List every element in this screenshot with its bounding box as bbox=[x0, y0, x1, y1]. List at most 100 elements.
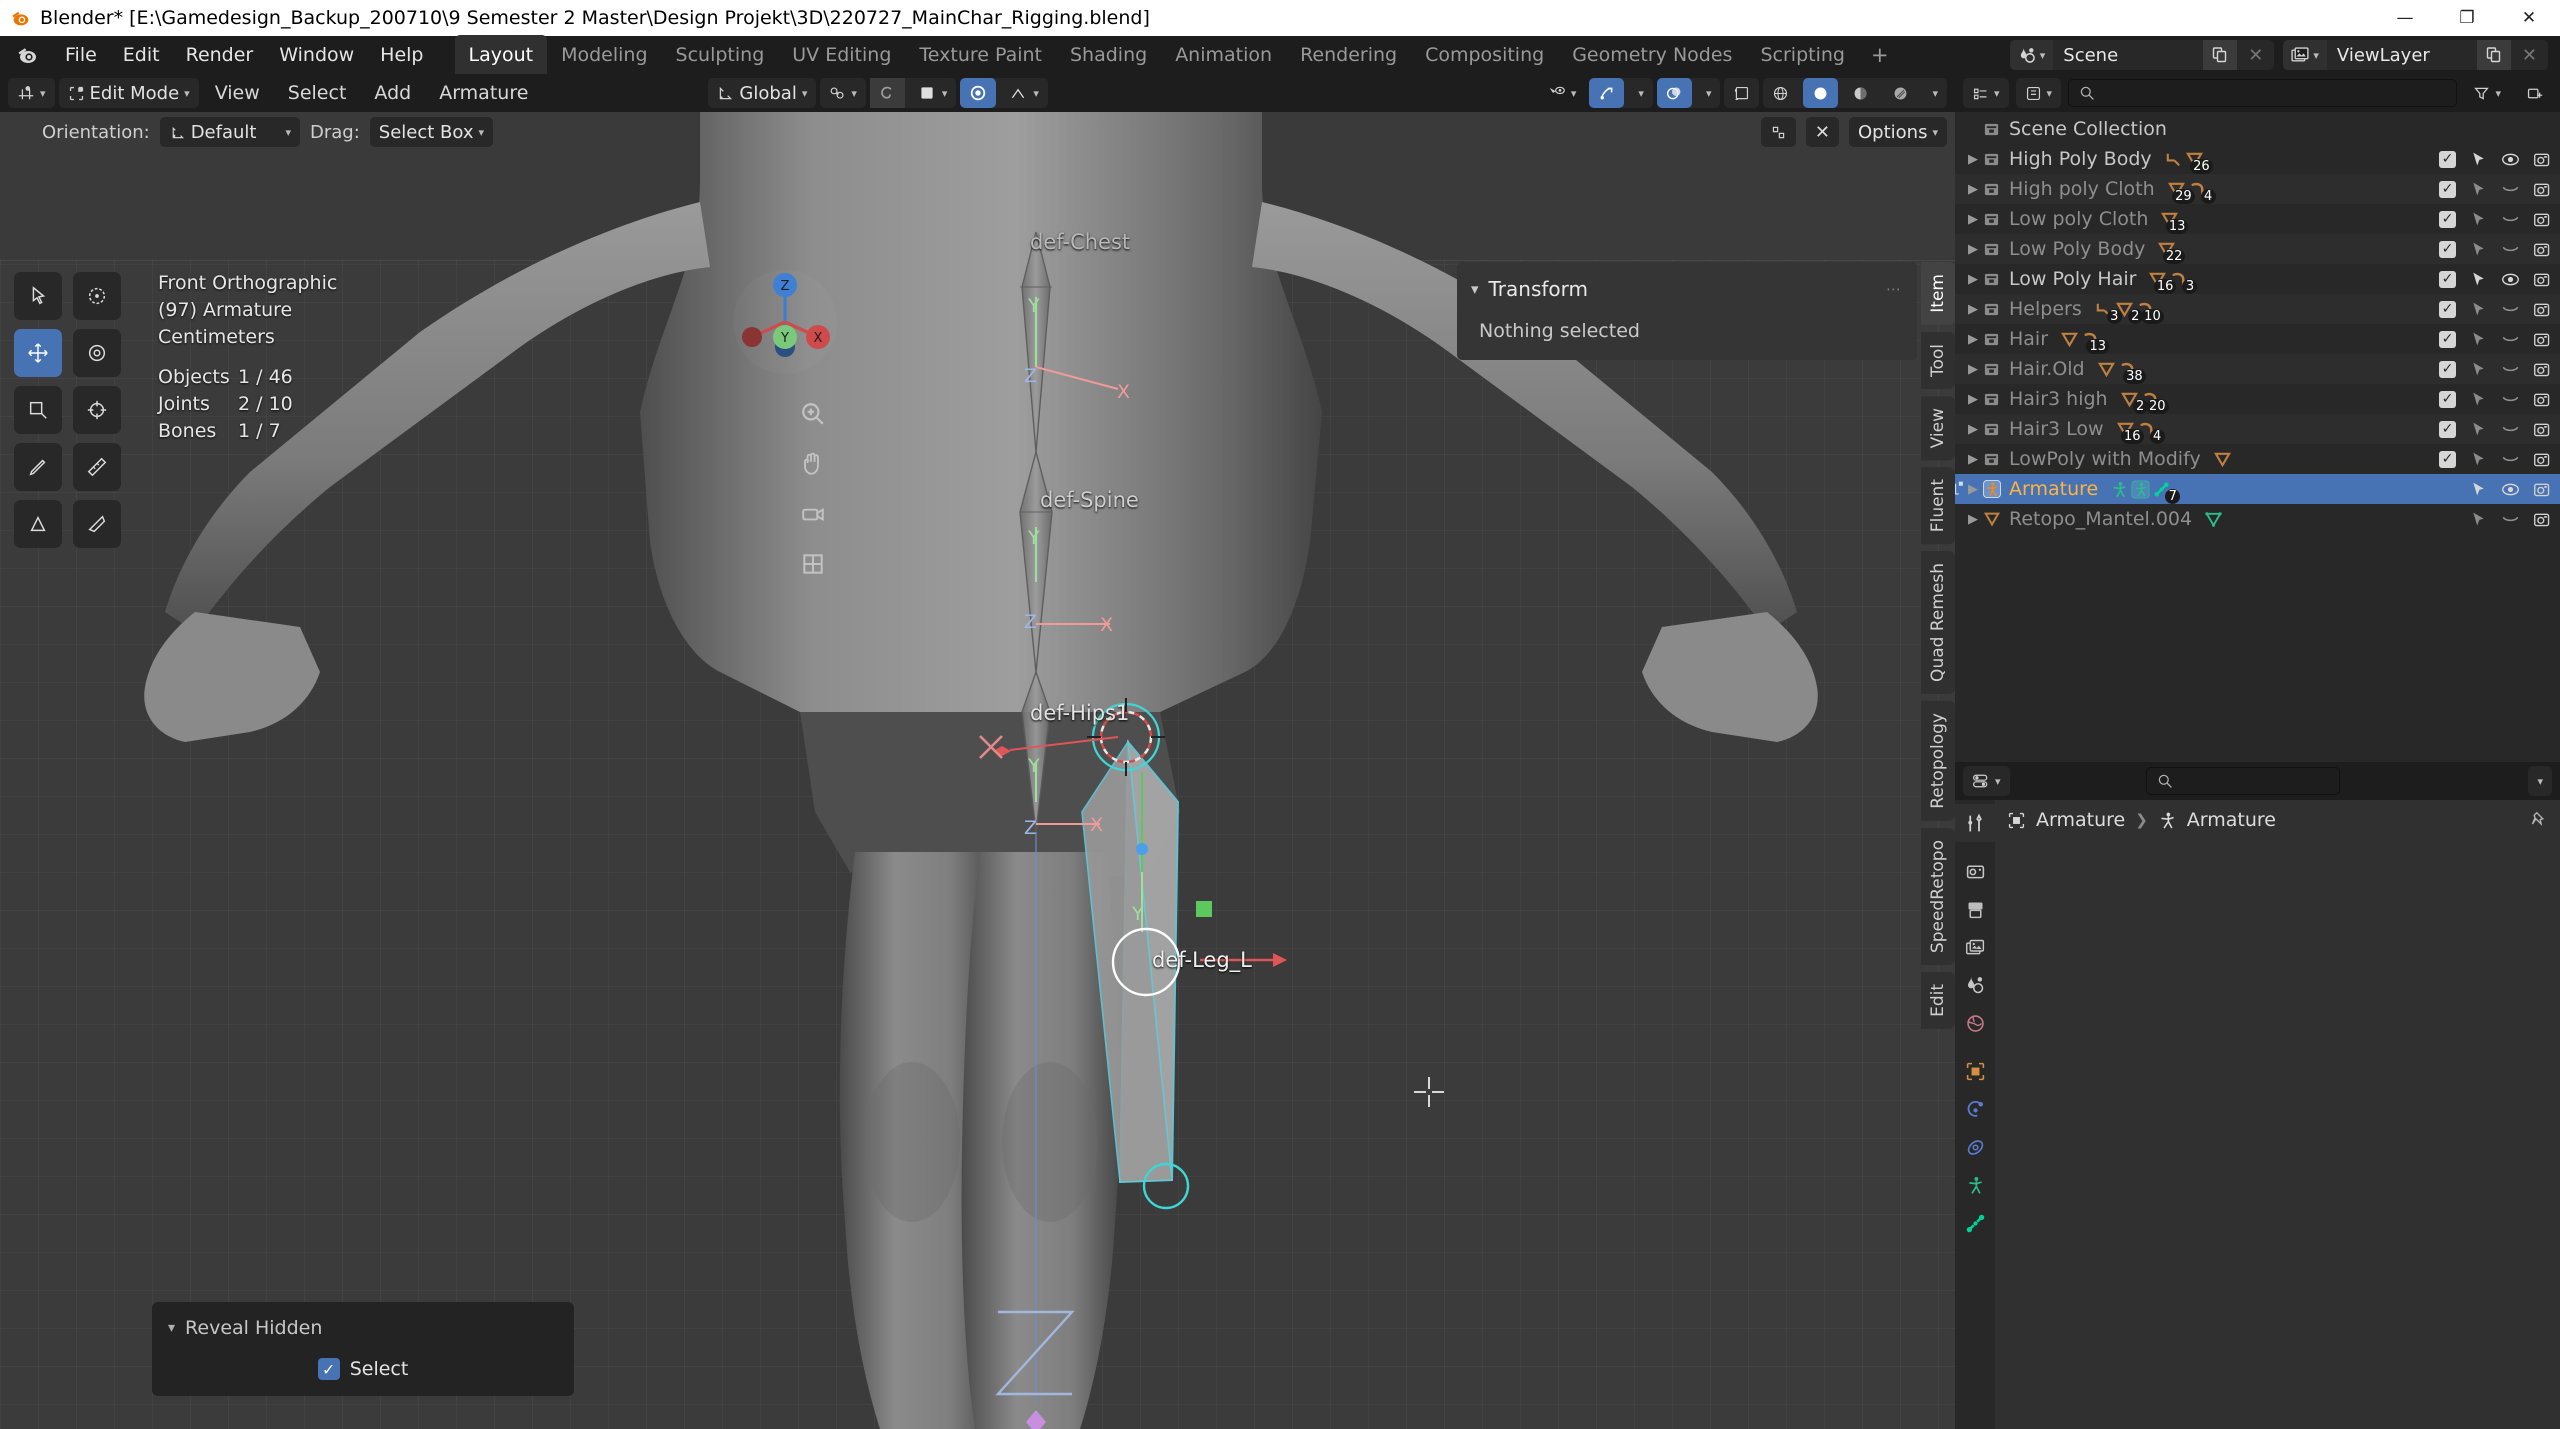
workspace-tab-layout[interactable]: Layout bbox=[454, 35, 548, 75]
operator-panel-header[interactable]: ▾ Reveal Hidden bbox=[152, 1312, 574, 1344]
disable-in-render-toggle[interactable] bbox=[2533, 240, 2552, 259]
workspace-tab-animation[interactable]: Animation bbox=[1161, 37, 1286, 73]
viewport-options-dropdown[interactable]: Options ▾ bbox=[1849, 117, 1947, 147]
scene-icon[interactable]: ▾ bbox=[2009, 40, 2054, 70]
wireframe-shading-button[interactable] bbox=[1763, 78, 1798, 108]
properties-options-dropdown[interactable]: ▾ bbox=[2528, 766, 2552, 796]
hide-in-viewport-toggle[interactable] bbox=[2501, 300, 2520, 319]
maximize-button[interactable]: ❐ bbox=[2436, 0, 2498, 36]
hide-in-viewport-toggle[interactable] bbox=[2501, 330, 2520, 349]
workspace-tab-texture-paint[interactable]: Texture Paint bbox=[905, 37, 1056, 73]
exclude-checkbox[interactable]: ✓ bbox=[2439, 360, 2456, 378]
properties-tab-render[interactable] bbox=[1955, 852, 1995, 890]
workspace-tab-modeling[interactable]: Modeling bbox=[547, 37, 661, 73]
transform-orientation-dropdown[interactable]: Global ▾ bbox=[708, 78, 817, 108]
hide-in-viewport-toggle[interactable] bbox=[2501, 420, 2520, 439]
sidebar-tab-edit[interactable]: Edit bbox=[1921, 972, 1955, 1029]
expand-arrow-icon[interactable]: ▶ bbox=[1963, 362, 1983, 377]
menu-help[interactable]: Help bbox=[367, 40, 436, 70]
hide-in-viewport-toggle[interactable] bbox=[2501, 390, 2520, 409]
exclude-checkbox[interactable]: ✓ bbox=[2439, 330, 2456, 348]
exclude-checkbox[interactable]: ✓ bbox=[2439, 420, 2456, 438]
viewport-canvas[interactable]: YY YY XX X ZZZ def-Chest def-Spine def-H… bbox=[0, 112, 1955, 1429]
viewport-gizmo-toggle[interactable] bbox=[1760, 117, 1796, 147]
pin-id-icon[interactable] bbox=[2529, 811, 2548, 830]
outliner-row-retopo-mantel-004[interactable]: ▶ Retopo_Mantel.004 bbox=[1955, 504, 2560, 534]
selectable-toggle[interactable] bbox=[2469, 150, 2488, 169]
menu-render[interactable]: Render bbox=[173, 40, 267, 70]
disable-in-render-toggle[interactable] bbox=[2533, 450, 2552, 469]
show-overlays-toggle[interactable] bbox=[1589, 78, 1625, 108]
exclude-checkbox[interactable]: ✓ bbox=[2439, 300, 2456, 318]
expand-arrow-icon[interactable]: ▶ bbox=[1963, 242, 1983, 257]
exclude-checkbox[interactable]: ✓ bbox=[2439, 270, 2456, 288]
selectable-toggle[interactable] bbox=[2469, 510, 2488, 529]
expand-arrow-icon[interactable]: ▶ bbox=[1963, 332, 1983, 347]
expand-arrow-icon[interactable]: ▶ bbox=[1963, 152, 1983, 167]
workspace-tab-scripting[interactable]: Scripting bbox=[1746, 37, 1859, 73]
zoom-view-icon[interactable] bbox=[796, 397, 830, 431]
orientation-value-dropdown[interactable]: Default ▾ bbox=[159, 117, 300, 147]
panel-drag-handle[interactable]: ⋯ bbox=[1886, 280, 1903, 298]
tweak-tool-button[interactable] bbox=[14, 272, 62, 320]
transform-panel-header[interactable]: ▾ Transform ⋯ bbox=[1457, 272, 1917, 306]
selectable-toggle[interactable] bbox=[2469, 210, 2488, 229]
outliner-editor-type-button[interactable]: ▾ bbox=[1963, 78, 2009, 108]
selectable-toggle[interactable] bbox=[2469, 480, 2488, 499]
new-viewlayer-button[interactable] bbox=[2476, 40, 2511, 70]
rendered-shading-button[interactable] bbox=[1883, 78, 1918, 108]
scene-name[interactable]: Scene bbox=[2053, 45, 2203, 66]
rotate-tool-button[interactable] bbox=[72, 329, 121, 377]
selectable-toggle[interactable] bbox=[2469, 450, 2488, 469]
select-checkbox[interactable]: ✓ bbox=[317, 1358, 340, 1380]
disable-in-render-toggle[interactable] bbox=[2533, 210, 2552, 229]
sidebar-tab-quad-remesh[interactable]: Quad Remesh bbox=[1921, 551, 1955, 695]
move-view-icon[interactable] bbox=[796, 447, 830, 481]
hide-in-viewport-toggle[interactable] bbox=[2501, 450, 2520, 469]
interaction-mode-dropdown[interactable]: Edit Mode ▾ bbox=[58, 78, 199, 108]
move-tool-button[interactable] bbox=[14, 329, 62, 377]
hide-in-viewport-toggle[interactable] bbox=[2501, 360, 2520, 379]
workspace-tab-geometry-nodes[interactable]: Geometry Nodes bbox=[1558, 37, 1746, 73]
properties-tab-output[interactable] bbox=[1955, 890, 1995, 928]
outliner-row-scene-collection[interactable]: Scene Collection bbox=[1955, 114, 2560, 144]
xray-toggle[interactable] bbox=[960, 78, 997, 108]
new-scene-button[interactable] bbox=[2203, 40, 2238, 70]
expand-arrow-icon[interactable]: ▶ bbox=[1963, 422, 1983, 437]
disable-in-render-toggle[interactable] bbox=[2533, 270, 2552, 289]
disable-in-render-toggle[interactable] bbox=[2533, 150, 2552, 169]
disable-in-render-toggle[interactable] bbox=[2533, 420, 2552, 439]
hide-in-viewport-toggle[interactable] bbox=[2501, 210, 2520, 229]
shading-mode-group[interactable]: ▾ bbox=[1763, 78, 1947, 108]
outliner-row-hair-old[interactable]: ▶ Hair.Old 38 ✓ bbox=[1955, 354, 2560, 384]
viewport-menu-select[interactable]: Select bbox=[276, 78, 359, 108]
outliner-row-high-poly-cloth[interactable]: ▶ High poly Cloth 29 4 ✓ bbox=[1955, 174, 2560, 204]
snapping-dropdown[interactable]: ▾ bbox=[820, 78, 866, 108]
expand-arrow-icon[interactable]: ▶ bbox=[1963, 272, 1983, 287]
hide-in-viewport-toggle[interactable] bbox=[2501, 150, 2520, 169]
sidebar-tab-retopology[interactable]: Retopology bbox=[1921, 701, 1955, 821]
annotate-tool-button[interactable] bbox=[14, 443, 62, 491]
sidebar-tab-speedretopo[interactable]: SpeedRetopo bbox=[1921, 827, 1955, 966]
hide-in-viewport-toggle[interactable] bbox=[2501, 270, 2520, 289]
toggle-ortho-perspective-icon[interactable] bbox=[796, 547, 830, 581]
viewlayer-name[interactable]: ViewLayer bbox=[2327, 45, 2477, 66]
selectable-toggle[interactable] bbox=[2469, 300, 2488, 319]
sidebar-tab-fluent[interactable]: Fluent bbox=[1921, 467, 1955, 545]
outliner-new-collection-button[interactable] bbox=[2517, 78, 2552, 108]
disable-in-render-toggle[interactable] bbox=[2533, 390, 2552, 409]
disable-in-render-toggle[interactable] bbox=[2533, 510, 2552, 529]
remove-scene-button[interactable]: ✕ bbox=[2237, 40, 2274, 70]
xray-group[interactable]: ▾ bbox=[1656, 78, 1721, 108]
operator-option-row[interactable]: ✓ Select bbox=[152, 1358, 574, 1380]
select-circle-tool-button[interactable] bbox=[72, 272, 121, 320]
close-tool-settings-button[interactable]: ✕ bbox=[1805, 117, 1840, 147]
viewlayer-icon[interactable]: ▾ bbox=[2283, 40, 2327, 70]
exclude-checkbox[interactable]: ✓ bbox=[2439, 180, 2456, 198]
properties-search-input[interactable] bbox=[2145, 767, 2340, 795]
shading-dropdown[interactable]: ▾ bbox=[1923, 78, 1947, 108]
outliner-row-lowpoly-with-modify[interactable]: ▶ LowPoly with Modify ✓ bbox=[1955, 444, 2560, 474]
outliner-tree[interactable]: Scene Collection ▶ High Poly Body 26 ✓ ▶ High… bbox=[1955, 112, 2560, 762]
show-gizmo-dropdown[interactable]: ▾ bbox=[1538, 78, 1586, 108]
viewport-menu-armature[interactable]: Armature bbox=[427, 78, 540, 108]
